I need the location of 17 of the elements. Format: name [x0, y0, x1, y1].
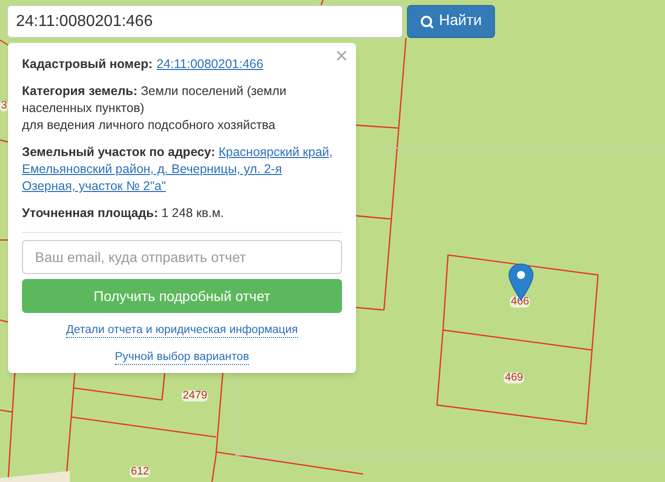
email-field[interactable]: Ваш email, куда отправить отчет: [22, 240, 342, 274]
field-text: Уточненная площадь: 1 248 кв.м.: [22, 205, 225, 222]
parcel-number: 3: [0, 100, 8, 112]
road: [0, 471, 70, 482]
info-link[interactable]: Ручной выбор вариантов: [114, 350, 250, 365]
field-text: Категория земель: Земли поселений (земли населенных пунктов): [22, 83, 288, 117]
info-link[interactable]: Детали отчета и юридическая информация: [66, 323, 298, 338]
address-text: Земельный участок по адресу: Красноярский край, Емельяновский район, д. Вечерницы, ул. 2-я Озерная, участок № 2"а": [22, 144, 334, 195]
field-note: для ведения личного подсобного хозяйства: [22, 117, 276, 134]
search-field[interactable]: 24:11:0080201:466: [7, 5, 403, 38]
search-icon: [420, 14, 434, 28]
field-link[interactable]: 24:11:0080201:466: [156, 56, 264, 73]
parcel-number: 2479: [182, 390, 208, 402]
search-button[interactable]: Найти: [407, 5, 495, 38]
parcel-number: 612: [130, 466, 150, 478]
parcel-number: 469: [504, 372, 524, 384]
field-label: Кадастровый номер:: [22, 56, 152, 73]
